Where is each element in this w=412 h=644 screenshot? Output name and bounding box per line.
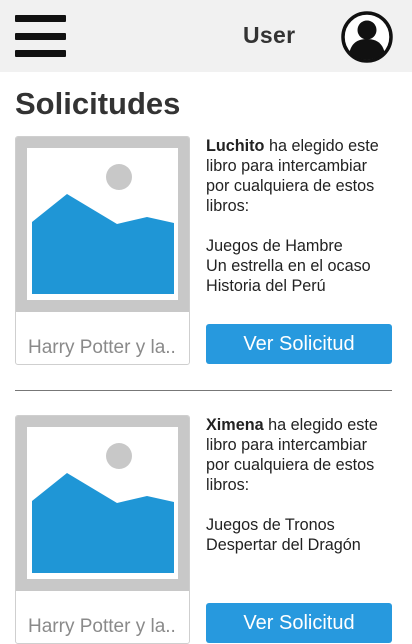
image-placeholder-icon [16,416,189,591]
book-card[interactable]: Harry Potter y la.. [15,415,190,644]
book-card[interactable]: Harry Potter y la.. [15,136,190,365]
requester-name: Ximena [206,416,264,434]
menu-bar [15,15,66,22]
page-title: Solicitudes [15,86,181,121]
message-text: por cualquiera de estos [206,456,375,474]
offered-book-item: Juegos de Tronos [206,516,335,534]
book-title: Harry Potter y la.. [28,616,176,637]
message-text: ha elegido este [264,137,379,155]
offered-book-item: Juegos de Hambre [206,237,343,255]
message-text: libros: [206,476,250,494]
request-message: Luchito ha elegido este libro para inter… [206,136,406,216]
book-title: Harry Potter y la.. [28,337,176,358]
offered-book-item: Un estrella en el ocaso [206,257,371,275]
offered-books-list: Juegos de Hambre Un estrella en el ocaso… [206,236,406,296]
menu-bar [15,33,66,40]
requester-name: Luchito [206,137,265,155]
image-placeholder-icon [16,137,189,312]
message-text: libro para intercambiar [206,436,368,454]
message-text: ha elegido este [263,416,378,434]
user-avatar-icon[interactable] [341,11,393,63]
message-text: por cualquiera de estos [206,177,375,195]
offered-book-item: Historia del Perú [206,277,326,295]
message-text: libros: [206,197,250,215]
menu-bar [15,50,66,57]
offered-book-item: Despertar del Dragón [206,536,361,554]
request-card: Harry Potter y la.. Luchito ha elegido e… [0,136,412,376]
hamburger-menu-icon[interactable] [15,15,66,57]
app-header: User [0,0,412,72]
view-request-button[interactable]: Ver Solicitud [206,603,392,643]
offered-books-list: Juegos de Tronos Despertar del Dragón [206,515,406,555]
user-label: User [243,22,296,48]
divider [15,390,392,391]
message-text: libro para intercambiar [206,157,368,175]
request-message: Ximena ha elegido este libro para interc… [206,415,406,495]
request-card: Harry Potter y la.. Ximena ha elegido es… [0,415,412,644]
view-request-button[interactable]: Ver Solicitud [206,324,392,364]
